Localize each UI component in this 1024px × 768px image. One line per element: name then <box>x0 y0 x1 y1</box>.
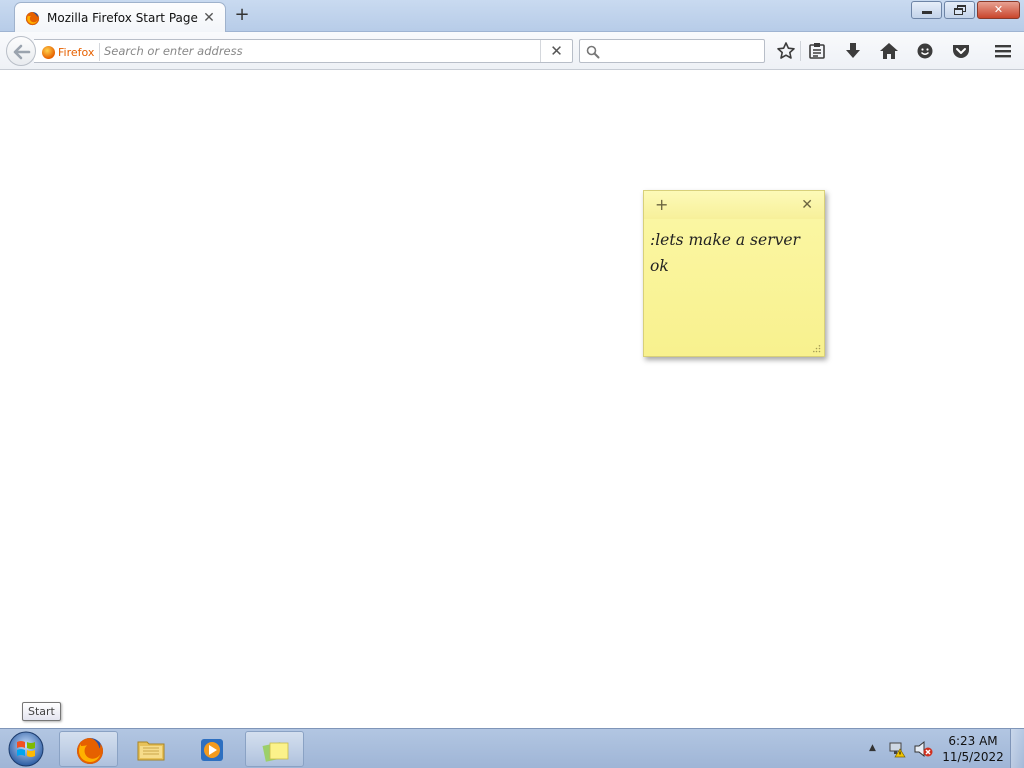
clock-time: 6:23 AM <box>948 734 998 748</box>
media-player-icon <box>201 739 223 761</box>
downloads-icon[interactable] <box>843 41 863 61</box>
toolbar-separator <box>800 41 801 61</box>
url-input[interactable] <box>104 42 534 60</box>
start-tooltip: Start <box>22 702 61 721</box>
bookmark-star-icon[interactable] <box>776 41 796 61</box>
clock-date: 11/5/2022 <box>942 750 1004 764</box>
volume-muted-icon[interactable] <box>913 740 933 758</box>
tab-firefox-start-page[interactable]: Mozilla Firefox Start Page ✕ <box>14 2 226 33</box>
system-clock[interactable]: 6:23 AM 11/5/2022 <box>940 733 1006 765</box>
search-icon <box>586 45 600 59</box>
back-button[interactable] <box>6 36 36 66</box>
home-icon[interactable] <box>879 41 899 61</box>
hamburger-menu-icon[interactable] <box>993 41 1013 61</box>
media-player-taskbar-item[interactable] <box>183 731 242 767</box>
url-clear-icon[interactable]: ✕ <box>540 40 572 62</box>
search-input[interactable] <box>606 43 756 59</box>
chat-smiley-icon[interactable] <box>915 41 935 61</box>
add-note-icon[interactable]: + <box>655 196 668 214</box>
show-desktop-button[interactable] <box>1010 729 1024 768</box>
sticky-note-text[interactable]: :lets make a server ok <box>650 227 818 279</box>
close-icon: ✕ <box>993 3 1004 16</box>
minimize-button[interactable] <box>911 1 942 19</box>
window-controls: ✕ <box>911 1 1020 21</box>
show-hidden-icons-icon[interactable]: ▲ <box>869 743 876 753</box>
sticky-notes-icon <box>262 742 289 762</box>
reading-list-icon[interactable] <box>807 41 827 61</box>
site-identity[interactable]: Firefox <box>42 43 101 61</box>
tab-title: Mozilla Firefox Start Page <box>47 11 198 25</box>
navigation-toolbar: Firefox ✕ <box>0 32 1024 70</box>
minimize-icon <box>922 11 932 14</box>
new-tab-button[interactable]: + <box>232 5 252 25</box>
taskbar: ▲ 6:23 AM 11/5/2022 <box>0 728 1024 768</box>
back-arrow-icon <box>13 44 31 60</box>
resize-grip-icon[interactable] <box>813 345 821 353</box>
pocket-icon[interactable] <box>951 41 971 61</box>
file-explorer-taskbar-item[interactable] <box>121 731 180 767</box>
restore-button[interactable] <box>944 1 975 19</box>
firefox-icon <box>77 738 103 764</box>
network-warning-icon[interactable] <box>889 740 907 758</box>
close-window-button[interactable]: ✕ <box>977 1 1020 19</box>
sticky-note[interactable]: + ✕ :lets make a server ok <box>643 190 825 357</box>
folder-icon <box>137 741 165 761</box>
search-bar[interactable] <box>579 39 765 63</box>
sticky-note-titlebar[interactable]: + ✕ <box>644 191 824 219</box>
identity-label: Firefox <box>58 45 95 59</box>
start-orb[interactable] <box>6 730 46 768</box>
tab-strip: Mozilla Firefox Start Page ✕ + ✕ <box>0 0 1024 33</box>
firefox-icon <box>25 11 40 26</box>
tab-close-icon[interactable]: ✕ <box>201 10 217 26</box>
firefox-taskbar-item[interactable] <box>59 731 118 767</box>
delete-note-icon[interactable]: ✕ <box>801 196 813 214</box>
firefox-identity-icon <box>42 45 55 59</box>
url-bar[interactable]: Firefox ✕ <box>34 39 573 63</box>
sticky-notes-taskbar-item[interactable] <box>245 731 304 767</box>
